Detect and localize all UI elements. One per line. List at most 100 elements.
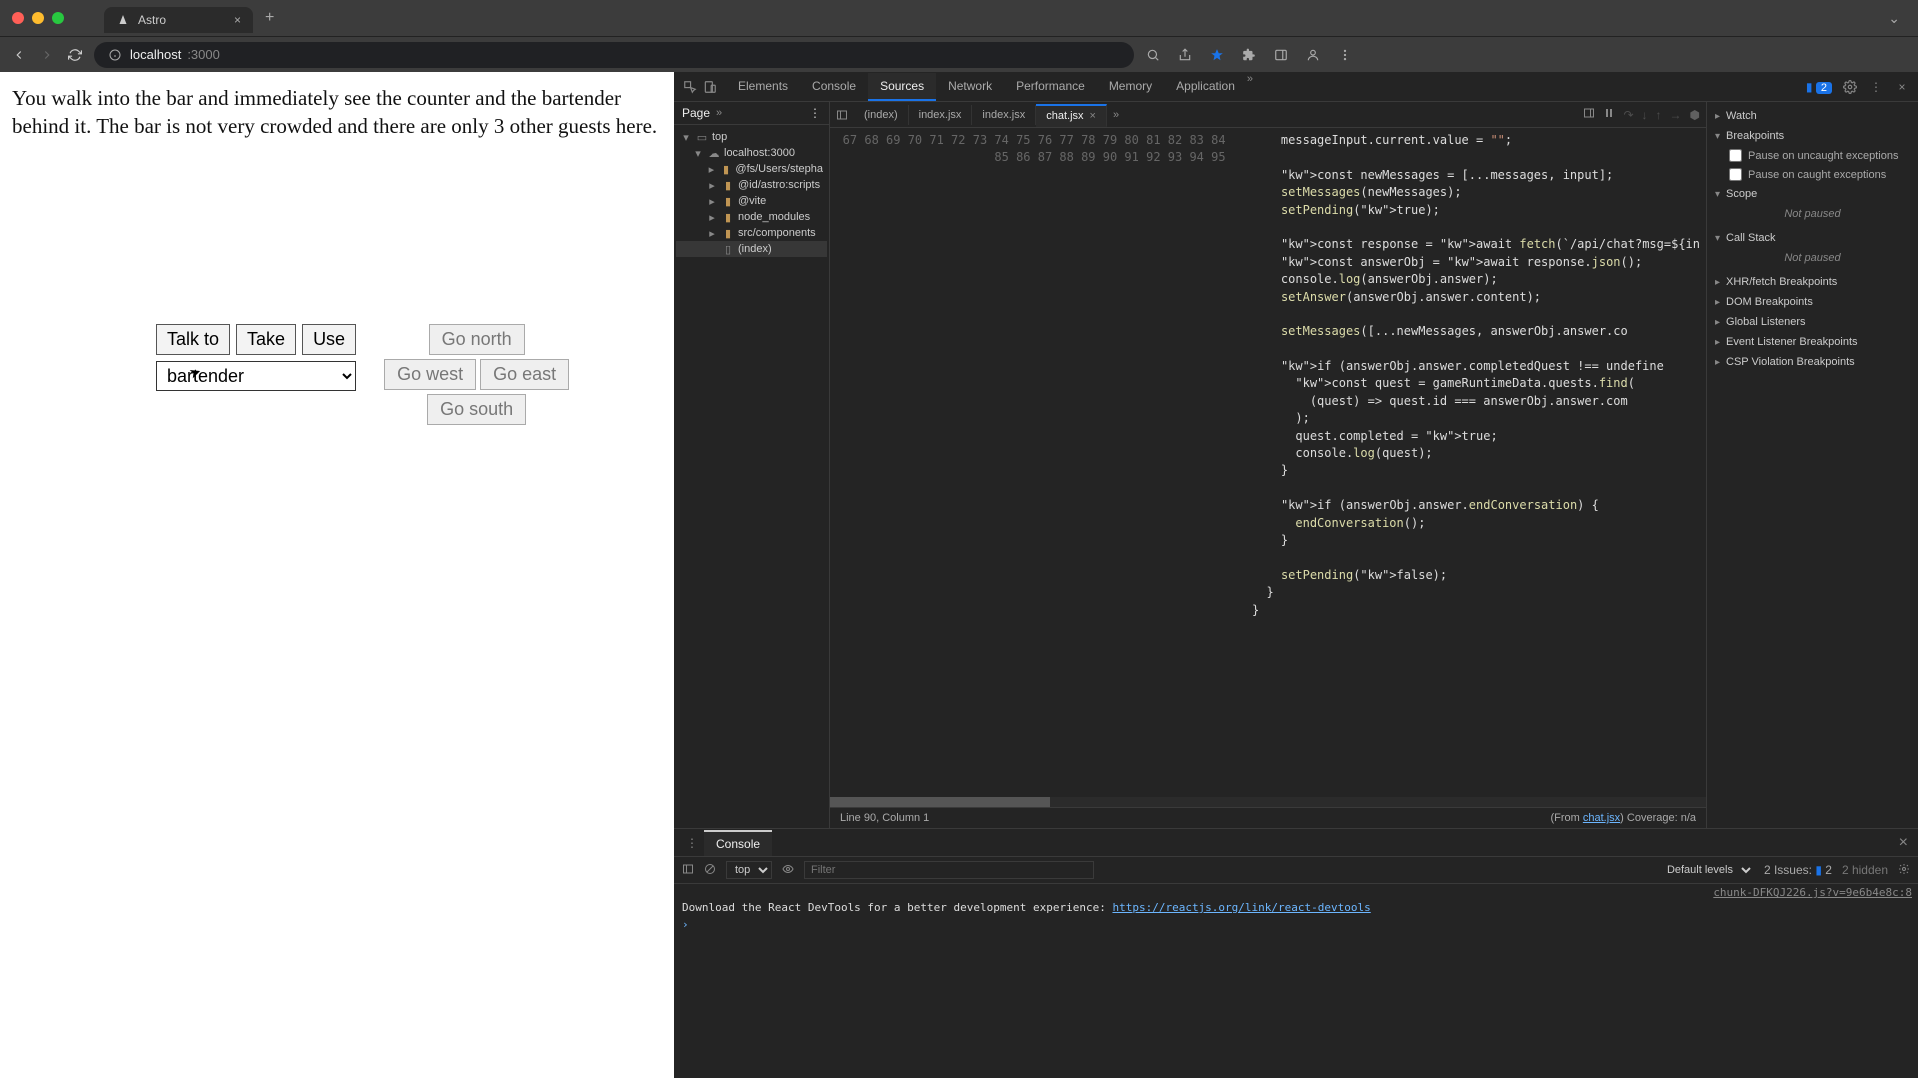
browser-tab[interactable]: Astro × xyxy=(104,7,253,33)
react-devtools-link[interactable]: https://reactjs.org/link/react-devtools xyxy=(1112,901,1370,914)
bookmark-star-icon[interactable] xyxy=(1208,46,1226,64)
talk-to-button[interactable]: Talk to xyxy=(156,324,230,355)
navigator-kebab-icon[interactable]: ⋮ xyxy=(809,106,821,120)
deactivate-breakpoints-icon[interactable]: ⬢ xyxy=(1690,108,1700,122)
live-expression-icon[interactable] xyxy=(782,863,794,878)
sidepanel-icon[interactable] xyxy=(1272,46,1290,64)
tab-sources[interactable]: Sources xyxy=(868,73,936,101)
go-west-button[interactable]: Go west xyxy=(384,359,476,390)
account-icon[interactable] xyxy=(1304,46,1322,64)
inspect-element-icon[interactable] xyxy=(682,79,698,95)
debug-pause-icon[interactable] xyxy=(1603,107,1615,122)
new-tab-button[interactable]: + xyxy=(265,9,274,27)
log-source-link[interactable]: chunk-DFKQJ226.js?v=9e6b4e8c:8 xyxy=(1713,886,1912,899)
issues-badge[interactable]: ▮ 2 xyxy=(1806,80,1832,94)
go-north-button[interactable]: Go north xyxy=(429,324,525,355)
log-levels-select[interactable]: Default levels xyxy=(1659,862,1754,878)
tree-folder[interactable]: ▸▮@fs/Users/stepha xyxy=(676,161,827,177)
share-icon[interactable] xyxy=(1176,46,1194,64)
go-east-button[interactable]: Go east xyxy=(480,359,569,390)
extensions-icon[interactable] xyxy=(1240,46,1258,64)
tab-memory[interactable]: Memory xyxy=(1097,73,1164,101)
settings-gear-icon[interactable] xyxy=(1842,79,1858,95)
console-issues-label[interactable]: 2 Issues: ▮ 2 xyxy=(1764,863,1832,877)
tree-folder[interactable]: ▸▮src/components xyxy=(676,225,827,241)
file-tab-active[interactable]: chat.jsx× xyxy=(1036,104,1107,127)
section-watch[interactable]: ▸Watch xyxy=(1707,106,1918,126)
tab-performance[interactable]: Performance xyxy=(1004,73,1097,101)
more-files-icon[interactable]: » xyxy=(1107,109,1125,121)
close-window-button[interactable] xyxy=(12,12,24,24)
sources-editor: (index) index.jsx index.jsx chat.jsx× » … xyxy=(830,102,1706,828)
section-dom-breakpoints[interactable]: ▸DOM Breakpoints xyxy=(1707,292,1918,312)
address-bar[interactable]: localhost:3000 xyxy=(94,42,1134,68)
console-sidebar-toggle-icon[interactable] xyxy=(682,863,694,878)
back-icon[interactable] xyxy=(10,46,28,64)
device-toggle-icon[interactable] xyxy=(702,79,718,95)
toggle-navigator-icon[interactable] xyxy=(830,109,854,121)
drawer-close-icon[interactable]: × xyxy=(1895,834,1912,852)
step-over-icon[interactable]: ↷ xyxy=(1623,108,1633,122)
devtools-close-icon[interactable]: × xyxy=(1894,79,1910,95)
tree-folder[interactable]: ▸▮node_modules xyxy=(676,209,827,225)
tabs-chevron-icon[interactable]: ⌄ xyxy=(1888,10,1900,27)
tab-network[interactable]: Network xyxy=(936,73,1004,101)
go-south-button[interactable]: Go south xyxy=(427,394,526,425)
kebab-menu-icon[interactable] xyxy=(1336,46,1354,64)
navigator-more-icon[interactable]: » xyxy=(716,107,722,119)
url-path: :3000 xyxy=(187,47,220,62)
drawer-tab-console[interactable]: Console xyxy=(704,830,772,856)
file-tab[interactable]: index.jsx xyxy=(972,105,1036,125)
tab-elements[interactable]: Elements xyxy=(726,73,800,101)
maximize-window-button[interactable] xyxy=(52,12,64,24)
hidden-messages[interactable]: 2 hidden xyxy=(1842,863,1888,877)
search-icon[interactable] xyxy=(1144,46,1162,64)
console-settings-icon[interactable] xyxy=(1898,863,1910,878)
console-filter-input[interactable] xyxy=(804,861,1094,879)
section-csp-breakpoints[interactable]: ▸CSP Violation Breakpoints xyxy=(1707,352,1918,372)
window-titlebar: Astro × + ⌄ xyxy=(0,0,1918,36)
tree-folder[interactable]: ▸▮@vite xyxy=(676,193,827,209)
pause-uncaught-checkbox[interactable]: Pause on uncaught exceptions xyxy=(1707,146,1918,165)
step-into-icon[interactable]: ↓ xyxy=(1642,108,1648,122)
section-xhr-breakpoints[interactable]: ▸XHR/fetch Breakpoints xyxy=(1707,272,1918,292)
drawer-kebab-icon[interactable]: ⋮ xyxy=(680,836,704,850)
step-icon[interactable]: → xyxy=(1670,108,1682,122)
tree-folder[interactable]: ▸▮@id/astro:scripts xyxy=(676,177,827,193)
source-origin-link[interactable]: chat.jsx xyxy=(1583,812,1620,824)
file-tree[interactable]: ▾▭top ▾☁localhost:3000 ▸▮@fs/Users/steph… xyxy=(674,125,829,828)
take-button[interactable]: Take xyxy=(236,324,296,355)
devtools-kebab-icon[interactable]: ⋮ xyxy=(1868,79,1884,95)
close-file-icon[interactable]: × xyxy=(1090,110,1096,122)
step-out-icon[interactable]: ↑ xyxy=(1656,108,1662,122)
more-tabs-icon[interactable]: » xyxy=(1247,73,1253,101)
section-scope[interactable]: ▾Scope xyxy=(1707,184,1918,204)
file-tab[interactable]: (index) xyxy=(854,105,909,125)
file-tab[interactable]: index.jsx xyxy=(909,105,973,125)
reload-icon[interactable] xyxy=(66,46,84,64)
tree-origin[interactable]: ▾☁localhost:3000 xyxy=(676,145,827,161)
minimize-window-button[interactable] xyxy=(32,12,44,24)
section-breakpoints[interactable]: ▾Breakpoints xyxy=(1707,126,1918,146)
section-global-listeners[interactable]: ▸Global Listeners xyxy=(1707,312,1918,332)
section-callstack[interactable]: ▾Call Stack xyxy=(1707,228,1918,248)
callstack-not-paused: Not paused xyxy=(1707,248,1918,272)
navigator-tab-page[interactable]: Page xyxy=(682,106,710,120)
section-event-listener-breakpoints[interactable]: ▸Event Listener Breakpoints xyxy=(1707,332,1918,352)
clear-console-icon[interactable] xyxy=(704,863,716,878)
tab-console[interactable]: Console xyxy=(800,73,868,101)
site-info-icon[interactable] xyxy=(106,46,124,64)
console-context-select[interactable]: top xyxy=(726,861,772,879)
tab-application[interactable]: Application xyxy=(1164,73,1247,101)
forward-icon[interactable] xyxy=(38,46,56,64)
pause-caught-checkbox[interactable]: Pause on caught exceptions xyxy=(1707,165,1918,184)
editor-horizontal-scrollbar[interactable] xyxy=(830,797,1706,807)
code-editor[interactable]: 67 68 69 70 71 72 73 74 75 76 77 78 79 8… xyxy=(830,128,1706,797)
console-prompt[interactable]: › xyxy=(680,916,1912,933)
toggle-sidebar-icon[interactable] xyxy=(1583,107,1595,122)
target-select[interactable]: bartender xyxy=(156,361,356,391)
tree-top[interactable]: ▾▭top xyxy=(676,129,827,145)
close-tab-icon[interactable]: × xyxy=(234,13,241,27)
tree-file-index[interactable]: ▸▯(index) xyxy=(676,241,827,257)
use-button[interactable]: Use xyxy=(302,324,356,355)
